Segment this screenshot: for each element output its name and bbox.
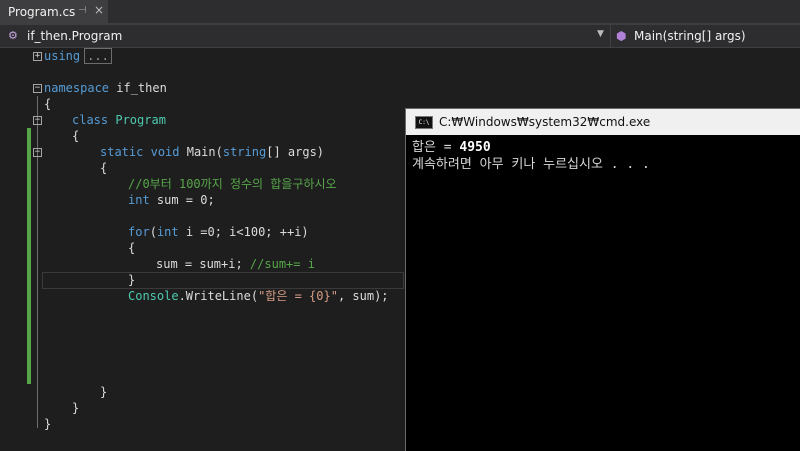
- code-line: namespace if_then: [44, 81, 167, 95]
- change-indicator: [27, 128, 31, 384]
- code-line: using...: [44, 48, 112, 64]
- console-icon: C:\: [415, 115, 433, 129]
- console-title-bar[interactable]: C:\ C:₩Windows₩system32₩cmd.exe: [406, 109, 800, 135]
- code-line: }: [128, 273, 136, 287]
- pin-icon[interactable]: ⊣: [78, 5, 87, 16]
- code-line: {: [44, 97, 52, 111]
- console-output: 합은 = 4950 계속하려면 아무 키나 누르십시오 . . .: [412, 139, 650, 173]
- code-line: }: [100, 385, 108, 399]
- code-line: for(int i =0; i<100; ++i): [128, 225, 309, 239]
- code-line: {: [72, 129, 80, 143]
- current-line-highlight: [42, 272, 404, 289]
- method-icon: ⬢: [616, 29, 627, 43]
- code-line: class Program: [72, 113, 166, 127]
- code-line: Console.WriteLine("합은 = {0}", sum);: [128, 289, 389, 303]
- expand-icon[interactable]: +: [33, 52, 42, 61]
- class-path: if_then.Program: [27, 29, 123, 43]
- tab-title: Program.cs: [8, 4, 76, 19]
- class-icon: ⚙: [8, 29, 18, 42]
- collapse-icon[interactable]: −: [33, 148, 42, 157]
- output-value: 4950: [459, 140, 491, 155]
- code-line: {: [100, 161, 108, 175]
- code-line: int sum = 0;: [128, 193, 215, 207]
- member-dropdown[interactable]: ⬢ Main(string[] args): [612, 25, 800, 47]
- collapse-icon[interactable]: −: [33, 84, 42, 93]
- navigation-bar: ⚙ if_then.Program ▼ ⬢ Main(string[] args…: [0, 25, 800, 48]
- collapse-icon[interactable]: −: [33, 116, 42, 125]
- chevron-down-icon[interactable]: ▼: [597, 29, 604, 39]
- document-tab-strip: Program.cs ⊣ ×: [0, 0, 800, 25]
- press-any-key-text: 계속하려면 아무 키나 누르십시오 . . .: [412, 157, 650, 172]
- outline-guide: [37, 96, 38, 428]
- code-line: //0부터 100까지 정수의 합을구하시오: [128, 177, 337, 191]
- class-dropdown[interactable]: ⚙ if_then.Program ▼: [0, 25, 611, 47]
- console-window[interactable]: C:\ C:₩Windows₩system32₩cmd.exe 합은 = 495…: [405, 108, 800, 451]
- collapsed-block[interactable]: ...: [84, 48, 112, 64]
- close-icon[interactable]: ×: [94, 3, 104, 17]
- code-line: {: [128, 241, 136, 255]
- code-line: static void Main(string[] args): [100, 145, 325, 159]
- console-title: C:₩Windows₩system32₩cmd.exe: [439, 115, 651, 129]
- output-label: 합은 =: [412, 140, 460, 155]
- code-line: sum = sum+i; //sum+= i: [156, 257, 315, 271]
- member-name: Main(string[] args): [634, 29, 746, 43]
- code-line: }: [44, 417, 52, 431]
- tab-program-cs[interactable]: Program.cs ⊣ ×: [0, 0, 108, 23]
- code-line: }: [72, 401, 80, 415]
